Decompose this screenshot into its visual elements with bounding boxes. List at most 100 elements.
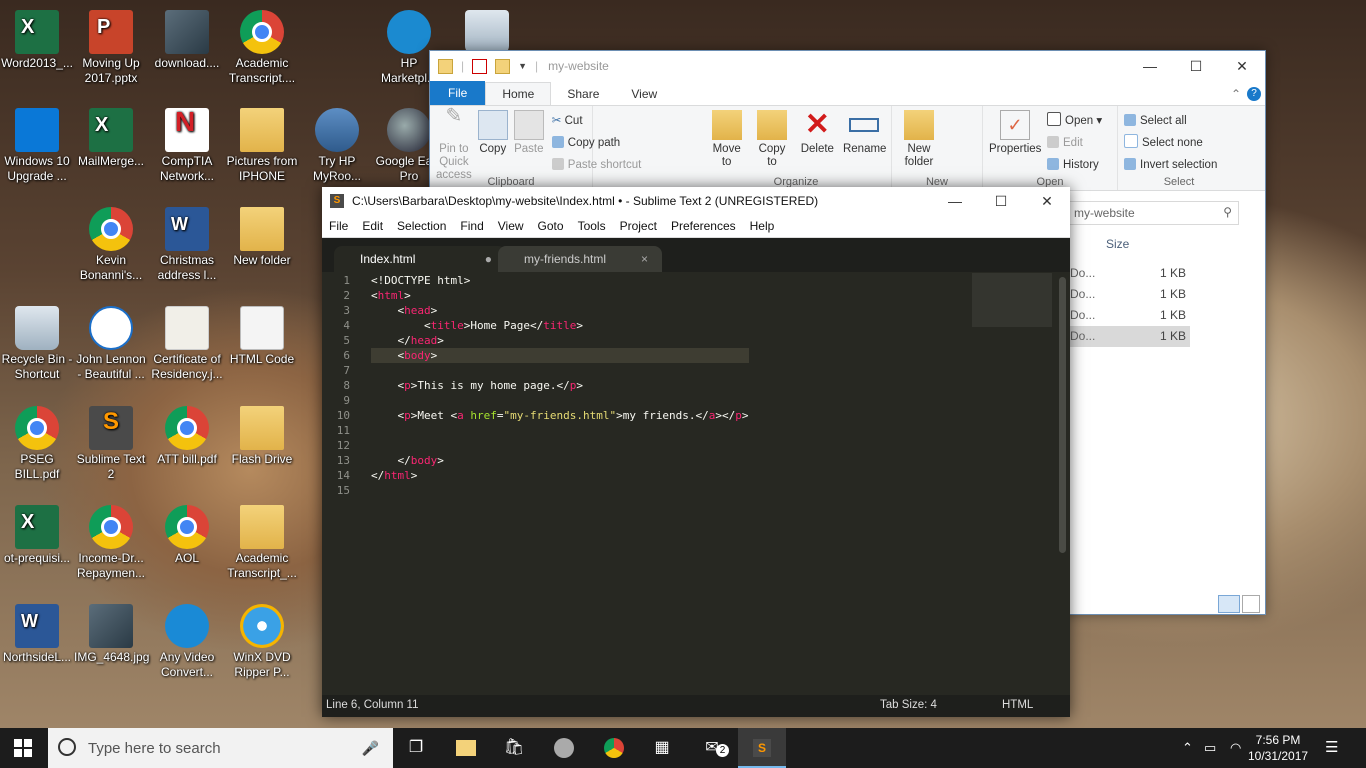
menu-project[interactable]: Project bbox=[613, 219, 664, 233]
details-view-icon[interactable] bbox=[1218, 595, 1240, 613]
open-button[interactable]: Open ▾ bbox=[1047, 110, 1102, 132]
desktop-icon-sublime[interactable]: Sublime Text 2 bbox=[74, 406, 148, 482]
taskbar-store[interactable]: 🛍 bbox=[490, 728, 538, 768]
taskbar-calculator[interactable]: ▦ bbox=[638, 728, 686, 768]
desktop-icon-academic-transcript-2[interactable]: Academic Transcript_... bbox=[225, 505, 299, 581]
tab-home[interactable]: Home bbox=[485, 82, 552, 105]
tab-view[interactable]: View bbox=[615, 83, 673, 105]
desktop-icon-kevin[interactable]: Kevin Bonanni's... bbox=[74, 207, 148, 283]
desktop-icon-word2013[interactable]: Word2013_... bbox=[0, 10, 74, 71]
unsaved-dot-icon[interactable]: ● bbox=[485, 246, 492, 272]
maximize-button[interactable]: ☐ bbox=[1173, 51, 1219, 81]
desktop-icon-ot-prequisites[interactable]: ot-prequisi... bbox=[0, 505, 74, 566]
desktop-icon-att-bill[interactable]: ATT bill.pdf bbox=[150, 406, 224, 467]
select-all-button[interactable]: Select all bbox=[1124, 110, 1217, 132]
new-folder-button[interactable]: New folder bbox=[898, 110, 940, 186]
desktop-icon-recycle-bin[interactable]: Recycle Bin - Shortcut bbox=[0, 306, 74, 382]
desktop-icon-income-driven[interactable]: Income-Dr... Repaymen... bbox=[74, 505, 148, 581]
help-icon[interactable]: ? bbox=[1247, 87, 1261, 101]
minimap[interactable] bbox=[972, 273, 1052, 327]
code-editor[interactable]: 1 2 3 4 5 6 7 8 9 10 11 12 13 14 15 <!DO… bbox=[322, 271, 1070, 695]
close-button[interactable]: ✕ bbox=[1024, 187, 1070, 215]
task-view-button[interactable]: ❐ bbox=[392, 728, 440, 768]
menu-tools[interactable]: Tools bbox=[571, 219, 613, 233]
desktop-icon-john-lennon[interactable]: John Lennon - Beautiful ... bbox=[74, 306, 148, 382]
battery-icon[interactable]: ▭ bbox=[1204, 740, 1216, 756]
edit-button[interactable]: Edit bbox=[1047, 132, 1102, 154]
menu-goto[interactable]: Goto bbox=[531, 219, 571, 233]
delete-button[interactable]: ✕ Delete bbox=[798, 110, 837, 186]
wifi-icon[interactable]: ◠ bbox=[1230, 740, 1241, 756]
copy-to-button[interactable]: Copy to bbox=[752, 110, 791, 186]
properties-icon[interactable] bbox=[472, 58, 488, 74]
close-button[interactable]: ✕ bbox=[1219, 51, 1265, 81]
minimize-button[interactable]: — bbox=[1127, 51, 1173, 81]
desktop-icon-mailmerge[interactable]: MailMerge... bbox=[74, 108, 148, 169]
desktop-icon-html-code[interactable]: HTML Code bbox=[225, 306, 299, 367]
taskbar-search[interactable]: Type here to search 🎤 bbox=[48, 728, 393, 768]
file-row[interactable]: Do... 1 KB bbox=[1068, 305, 1190, 326]
microphone-icon[interactable]: 🎤 bbox=[362, 740, 379, 757]
desktop-icon-windows10-upgrade[interactable]: Windows 10 Upgrade ... bbox=[0, 108, 74, 184]
vertical-scrollbar[interactable] bbox=[1059, 277, 1066, 553]
desktop-icon-img4648[interactable]: IMG_4648.jpg bbox=[74, 604, 149, 665]
paste-button[interactable]: Paste bbox=[513, 110, 544, 186]
desktop-icon-certificate[interactable]: Certificate of Residency.j... bbox=[150, 306, 224, 382]
menu-file[interactable]: File bbox=[322, 219, 355, 233]
minimize-button[interactable]: — bbox=[932, 187, 978, 215]
desktop-icon-aol[interactable]: AOL bbox=[150, 505, 224, 566]
desktop-icon-pseg-bill[interactable]: PSEG BILL.pdf bbox=[0, 406, 74, 482]
maximize-button[interactable]: ☐ bbox=[978, 187, 1024, 215]
desktop-icon-winx-dvd[interactable]: WinX DVD Ripper P... bbox=[225, 604, 299, 680]
chevron-down-icon[interactable]: ▼ bbox=[518, 61, 527, 71]
tab-share[interactable]: Share bbox=[551, 83, 615, 105]
desktop-icon-comptia[interactable]: CompTIA Network... bbox=[150, 108, 224, 184]
new-folder-icon[interactable] bbox=[495, 58, 511, 74]
history-button[interactable]: History bbox=[1047, 154, 1102, 176]
desktop-icon-download[interactable]: download.... bbox=[150, 10, 224, 71]
desktop-icon-christmas[interactable]: Christmas address l... bbox=[150, 207, 224, 283]
desktop-icon-try-hp[interactable]: Try HP MyRoo... bbox=[300, 108, 374, 184]
desktop-icon-pictures-iphone[interactable]: Pictures from IPHONE bbox=[225, 108, 299, 184]
large-icons-view-icon[interactable] bbox=[1242, 595, 1260, 613]
taskbar-hp[interactable] bbox=[540, 728, 588, 768]
chevron-up-icon[interactable]: ⌃ bbox=[1215, 83, 1247, 105]
menu-find[interactable]: Find bbox=[453, 219, 490, 233]
taskbar-sublime[interactable]: S bbox=[738, 728, 786, 768]
taskbar-chrome[interactable] bbox=[590, 728, 638, 768]
invert-selection-button[interactable]: Invert selection bbox=[1124, 154, 1217, 176]
file-row[interactable]: Do... 1 KB bbox=[1068, 284, 1190, 305]
close-tab-icon[interactable]: × bbox=[641, 246, 648, 272]
search-input[interactable]: my-website ⚲ bbox=[1067, 201, 1239, 225]
syntax-indicator[interactable]: HTML bbox=[1002, 699, 1033, 711]
action-center-icon[interactable]: ☰ bbox=[1325, 738, 1338, 756]
copy-path-button[interactable]: Copy path bbox=[551, 132, 642, 154]
desktop-icon-flash-drive[interactable]: Flash Drive bbox=[225, 406, 299, 467]
folder-icon[interactable] bbox=[438, 58, 453, 74]
desktop-icon-moving-up[interactable]: Moving Up 2017.pptx bbox=[74, 10, 148, 86]
tab-file[interactable]: File bbox=[430, 81, 486, 105]
column-header-size[interactable]: Size bbox=[1106, 237, 1129, 251]
system-clock[interactable]: 7:56 PM 10/31/2017 bbox=[1248, 732, 1308, 764]
desktop-icon-new-folder[interactable]: New folder bbox=[225, 207, 299, 268]
copy-button[interactable]: Copy bbox=[477, 110, 508, 186]
file-row[interactable]: Do... 1 KB bbox=[1068, 326, 1190, 347]
taskbar-mail[interactable]: ✉ 2 bbox=[688, 728, 736, 768]
desktop-icon-northside[interactable]: NorthsideL... bbox=[0, 604, 74, 665]
menu-preferences[interactable]: Preferences bbox=[664, 219, 743, 233]
start-button[interactable] bbox=[14, 739, 32, 757]
taskbar-file-explorer[interactable] bbox=[442, 728, 490, 768]
pin-quick-access-button[interactable]: ✎ Pin to Quick access bbox=[436, 106, 472, 186]
file-row[interactable]: Do... 1 KB bbox=[1068, 263, 1190, 284]
menu-selection[interactable]: Selection bbox=[390, 219, 453, 233]
select-none-button[interactable]: Select none bbox=[1124, 132, 1217, 154]
menu-edit[interactable]: Edit bbox=[355, 219, 390, 233]
desktop-icon-academic-transcript[interactable]: Academic Transcript.... bbox=[225, 10, 299, 86]
menu-help[interactable]: Help bbox=[743, 219, 782, 233]
properties-button[interactable]: ✓ Properties bbox=[989, 110, 1041, 186]
desktop-icon-any-video[interactable]: Any Video Convert... bbox=[150, 604, 224, 680]
move-to-button[interactable]: Move to bbox=[707, 110, 746, 186]
cut-button[interactable]: ✂ Cut bbox=[552, 110, 642, 132]
menu-view[interactable]: View bbox=[491, 219, 531, 233]
tab-index-html[interactable]: Index.html ● bbox=[334, 246, 506, 272]
